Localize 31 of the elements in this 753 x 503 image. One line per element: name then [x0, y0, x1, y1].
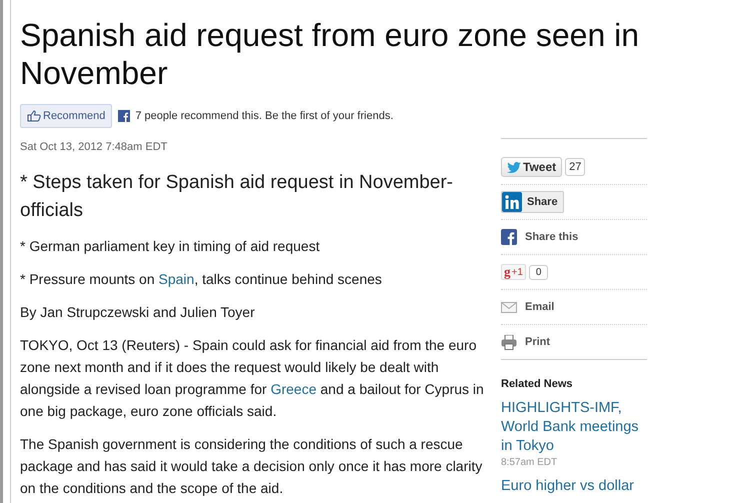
paragraph: TOKYO, Oct 13 (Reuters) - Spain could ask for financial aid from the euro zone next month and if it does the request would likely be dealt with alongside a revised loan programme for Greece and a bailout for Cyprus in one big package, euro zone officials said.: [20, 336, 485, 421]
google-plus-button[interactable]: g+1: [501, 264, 526, 280]
summary-bullet: * Steps taken for Spanish aid request in November-officials: [20, 171, 454, 223]
facebook-icon: [118, 110, 130, 122]
email-link[interactable]: Email: [525, 301, 554, 313]
linkedin-icon: [502, 192, 522, 212]
timestamp: Sat Oct 13, 2012 7:48am EDT: [20, 141, 168, 153]
paragraph: * German parliament key in timing of aid request: [20, 237, 321, 256]
facebook-share-link[interactable]: Share this: [525, 231, 578, 243]
print-link[interactable]: Print: [525, 336, 550, 348]
tweet-count: 27: [565, 158, 586, 176]
bird-icon: [507, 162, 521, 172]
printer-icon: [501, 334, 517, 350]
linkedin-share-button[interactable]: Share: [501, 191, 564, 213]
inline-link[interactable]: Greece: [270, 381, 316, 397]
headline: Spanish aid request from euro zone seen in November: [20, 16, 640, 92]
thumbs-up-icon: [27, 110, 41, 122]
related-news-link[interactable]: HIGHLIGHTS-IMF, World Bank meetings in Tokyo: [501, 399, 647, 456]
envelope-icon: [501, 302, 517, 312]
tweet-button[interactable]: Tweet: [501, 157, 562, 177]
section-heading: Related News: [501, 378, 574, 390]
paragraph: By Jan Strupczewski and Julien Toyer: [20, 303, 256, 322]
news-time: 8:57am EDT: [501, 457, 558, 468]
paragraph: * Pressure mounts on Spain, talks continue behind scenes: [20, 270, 383, 289]
recommend-button[interactable]: Recommend: [20, 104, 112, 128]
plus-one-count: 0: [528, 264, 548, 280]
inline-link[interactable]: Spain: [158, 271, 194, 287]
paragraph: The Spanish government is considering the conditions of such a rescue package and has said it would take a decision only once it has more clarity on the conditions and the scope of the aid.: [20, 435, 484, 498]
facebook-icon: [501, 229, 517, 245]
related-news-link[interactable]: Euro higher vs dollar: [501, 477, 647, 496]
recommend-text: 7 people recommend this. Be the first of your friends.: [135, 110, 394, 122]
